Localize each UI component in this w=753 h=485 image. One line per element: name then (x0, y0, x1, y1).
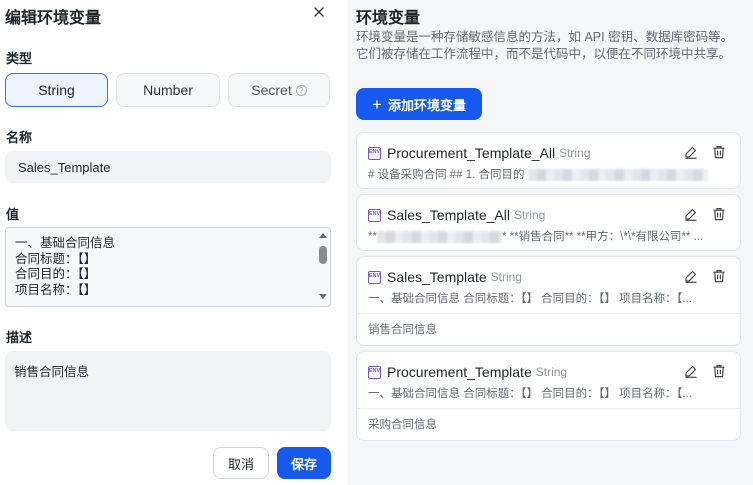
card-divider (357, 408, 740, 409)
edit-icon[interactable] (684, 145, 698, 159)
redacted-value (376, 230, 502, 243)
env-panel-description: 环境变量是一种存储敏感信息的方法，如 API 密钥、数据库密码等。它们被存储在工… (356, 30, 734, 61)
name-label: 名称 (6, 130, 33, 145)
variable-description: 销售合同信息 (368, 324, 437, 336)
variable-value-preview: ** * **销售合同** **甲方：\*\*有限公司** ... (368, 228, 728, 244)
edit-variable-panel: 编辑环境变量 类型 String Number Secret ? 名称 Sale… (0, 0, 347, 485)
delete-icon[interactable] (712, 269, 726, 283)
value-line: 项目名称：【】 (15, 282, 97, 297)
variable-value-preview: # 设备采购合同 ## 1. 合同目的 (368, 166, 728, 182)
variable-type: String (490, 270, 522, 284)
variable-type: String (559, 146, 591, 160)
plus-icon: + (372, 94, 382, 114)
edit-panel-title: 编辑环境变量 (5, 10, 102, 27)
env-icon: ENV (368, 270, 381, 284)
value-line: 合同标题：【】 (15, 251, 97, 266)
value-preview-text: # 设备采购合同 ## 1. 合同目的 (368, 169, 525, 181)
scrollbar-thumb[interactable] (319, 246, 327, 264)
env-icon: ENV (368, 365, 381, 379)
variable-card[interactable]: ENV Sales_Template_All String ** * **销售合同… (356, 194, 741, 251)
value-line: 一、基础合同信息 (15, 236, 116, 250)
variable-type: String (535, 365, 568, 379)
value-scrollbar[interactable] (318, 230, 328, 304)
name-input[interactable]: Sales_Template (5, 151, 331, 183)
save-button[interactable]: 保存 (277, 447, 331, 479)
env-icon: ENV (368, 146, 381, 160)
variable-card[interactable]: ENV Procurement_Template_All String # 设备… (356, 132, 741, 189)
variable-value-preview: 一、基础合同信息 合同标题：【】 合同目的：【】 项目名称：【... (368, 293, 692, 305)
edit-icon[interactable] (684, 207, 698, 221)
variable-value-preview: 一、基础合同信息 合同标题：【】 合同目的：【】 项目名称：【... (368, 388, 692, 400)
variable-name: Procurement_Template_All (387, 145, 556, 161)
variable-description: 采购合同信息 (368, 419, 437, 431)
env-variables-panel: 环境变量 环境变量是一种存储敏感信息的方法，如 API 密钥、数据库密码等。它们… (347, 0, 753, 485)
card-divider (357, 313, 740, 314)
description-label: 描述 (6, 330, 33, 345)
value-textarea[interactable]: 一、基础合同信息 合同标题：【】 合同目的：【】 项目名称：【】 (5, 227, 331, 307)
type-option-label: Number (143, 82, 193, 98)
env-panel-title: 环境变量 (356, 10, 421, 27)
description-textarea[interactable]: 销售合同信息 (5, 351, 331, 431)
scroll-down-icon[interactable] (319, 294, 327, 299)
type-option-string[interactable]: String (5, 73, 108, 107)
value-label: 值 (6, 207, 20, 222)
value-preview-text: ** (368, 231, 377, 243)
add-variable-label: 添加环境变量 (387, 97, 466, 113)
delete-icon[interactable] (712, 145, 726, 159)
scroll-up-icon[interactable] (319, 233, 327, 238)
type-option-label: Secret (251, 82, 292, 98)
type-label: 类型 (6, 51, 33, 66)
variable-name: Sales_Template (387, 269, 487, 285)
variable-type: String (513, 208, 546, 222)
type-option-secret[interactable]: Secret ? (228, 73, 330, 107)
variable-card[interactable]: ENV Procurement_Template String 一、基础合同信息… (356, 351, 741, 441)
delete-icon[interactable] (712, 364, 726, 378)
cancel-button[interactable]: 取消 (213, 447, 269, 479)
help-icon[interactable]: ? (295, 84, 307, 96)
value-line: 合同目的：【】 (15, 267, 97, 281)
variable-name: Sales_Template_All (387, 207, 510, 223)
variable-name: Procurement_Template (387, 364, 532, 380)
delete-icon[interactable] (712, 207, 726, 221)
close-icon[interactable] (311, 4, 327, 20)
type-option-number[interactable]: Number (116, 73, 220, 107)
redacted-value (527, 168, 708, 181)
add-variable-button[interactable]: + 添加环境变量 (356, 88, 482, 120)
env-icon: ENV (368, 208, 381, 222)
value-preview-text: * **销售合同** **甲方：\*\*有限公司** ... (501, 231, 704, 243)
edit-icon[interactable] (684, 269, 698, 283)
type-option-label: String (38, 82, 75, 98)
edit-icon[interactable] (684, 364, 698, 378)
value-text: 一、基础合同信息 合同标题：【】 合同目的：【】 项目名称：【】 (15, 236, 115, 298)
variable-card[interactable]: ENV Sales_Template String 一、基础合同信息 合同标题：… (356, 256, 741, 346)
